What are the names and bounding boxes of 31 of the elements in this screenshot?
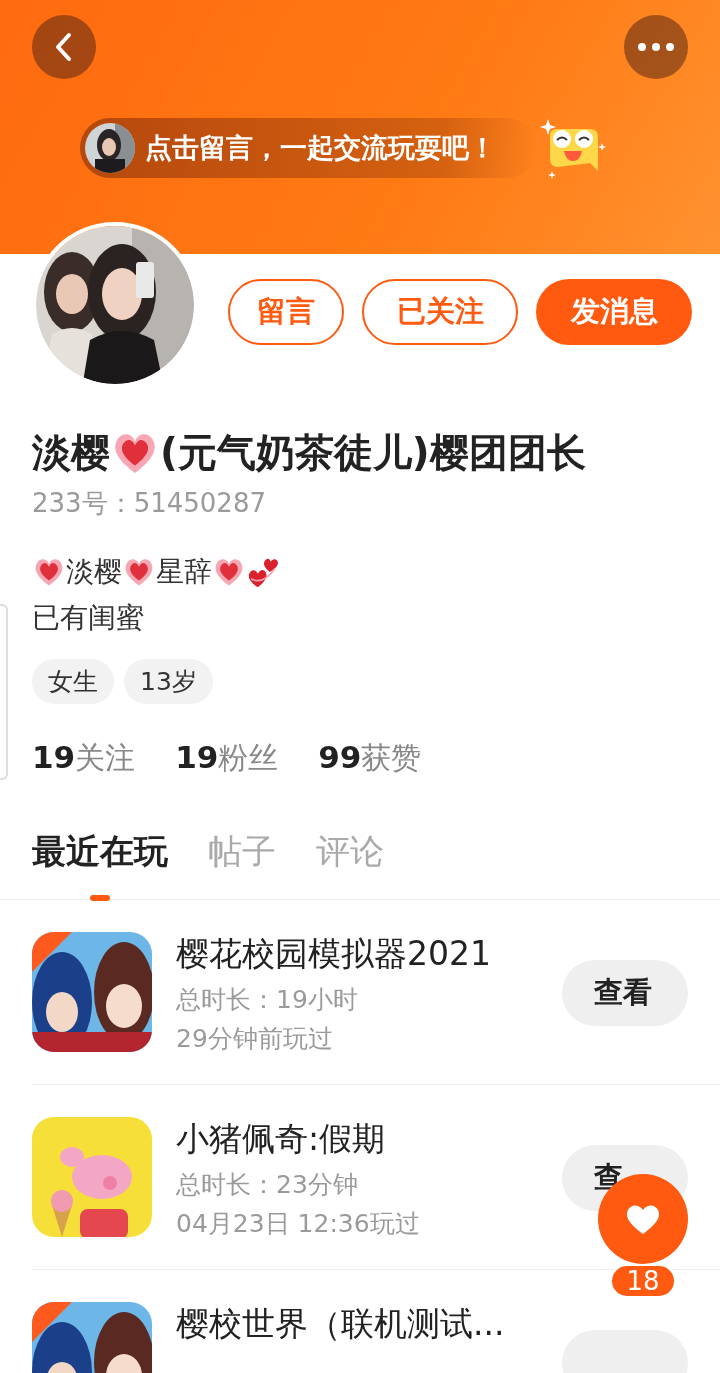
- game-title: 小猪佩奇:假期: [176, 1118, 387, 1160]
- user-name: 淡樱 (元气奶茶徒儿)樱团团长: [32, 426, 688, 480]
- side-handle[interactable]: [0, 604, 8, 780]
- tab[interactable]: 评论: [316, 829, 384, 899]
- stat-count: 19: [32, 739, 76, 775]
- profile-action-button[interactable]: 发消息: [536, 279, 692, 345]
- like-count: 18: [610, 1264, 676, 1298]
- user-id: 233号：51450287: [32, 487, 267, 520]
- tab[interactable]: 帖子: [208, 829, 276, 899]
- banner-text: 点击留言，一起交流玩耍吧！: [145, 131, 496, 165]
- tab[interactable]: 最近在玩: [32, 829, 168, 899]
- profile-tag: 女生: [32, 659, 114, 704]
- stat-label: 关注: [75, 739, 136, 777]
- game-meta: 总时长：23分钟: [176, 1169, 359, 1201]
- profile-tag: 13岁: [124, 659, 213, 704]
- view-button[interactable]: 查看: [562, 960, 688, 1026]
- game-meta: 29分钟前玩过: [176, 1023, 334, 1055]
- game-title: 樱花校园模拟器2021: [176, 933, 492, 975]
- stat-count: 99: [318, 739, 362, 775]
- profile-action-button[interactable]: 已关注: [362, 279, 518, 345]
- profile-action-button[interactable]: 留言: [228, 279, 344, 345]
- more-icon: [636, 42, 676, 52]
- game-title: 樱校世界（联机测试...: [176, 1303, 506, 1345]
- bio-text: 星辞: [156, 554, 212, 590]
- bio-text: 淡樱: [66, 554, 122, 590]
- game-meta: 04月23日 12:36玩过: [176, 1208, 421, 1240]
- stat-count: 19: [175, 739, 219, 775]
- bio-text: 已有闺蜜: [32, 600, 144, 636]
- stat-label: 获赞: [361, 739, 422, 777]
- stat-label: 粉丝: [218, 739, 279, 777]
- game-meta: 总时长：19小时: [176, 984, 359, 1016]
